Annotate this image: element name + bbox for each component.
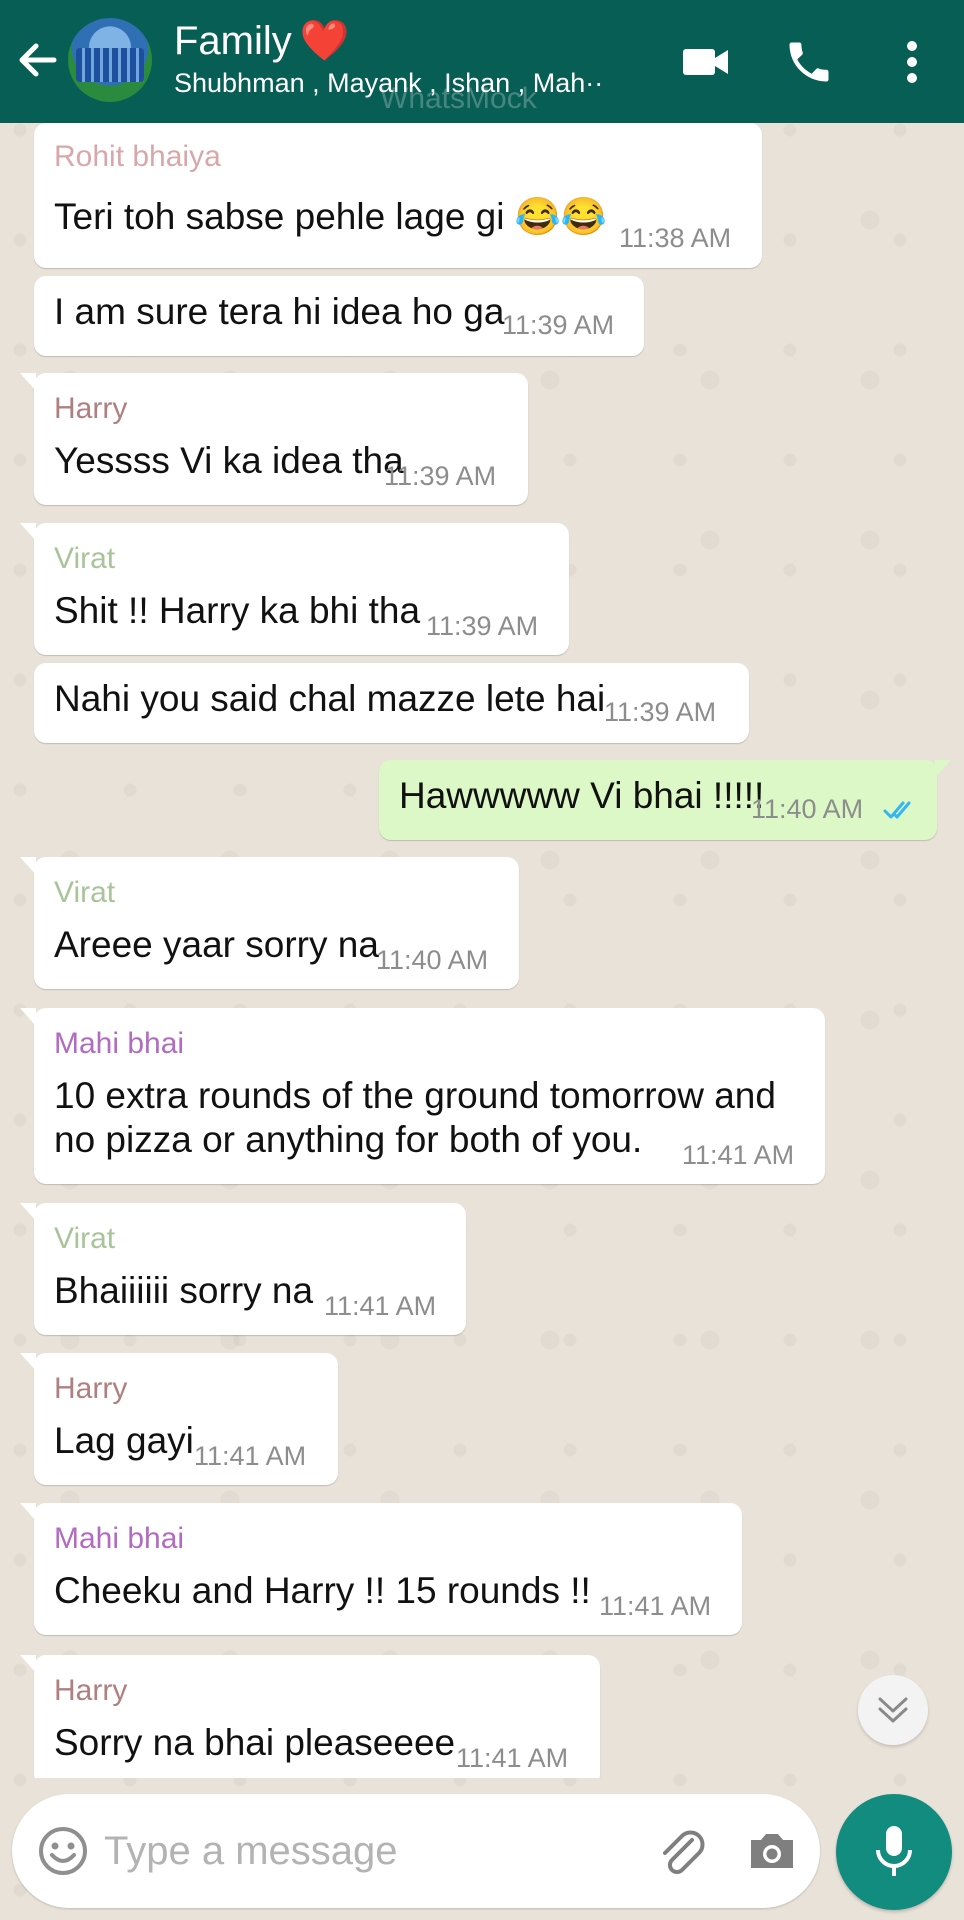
phone-icon — [789, 42, 829, 82]
group-avatar[interactable] — [68, 18, 152, 102]
paperclip-icon — [663, 1830, 705, 1875]
message-bubble[interactable]: Mahi bhai Cheeku and Harry !! 15 rounds … — [20, 1503, 742, 1635]
watermark: WhatsMock — [380, 82, 537, 115]
camera-icon — [751, 1834, 793, 1868]
group-name: Family — [174, 19, 292, 63]
chevrons-down-icon — [878, 1697, 908, 1723]
sender-name: Virat — [54, 876, 116, 909]
message-text: Shit !! Harry ka bhi tha — [54, 590, 421, 631]
sender-name: Virat — [54, 542, 116, 575]
message-input[interactable]: Type a message — [104, 1824, 398, 1878]
message-text: I am sure tera hi idea ho ga — [54, 291, 505, 332]
arrow-left-icon — [19, 43, 57, 77]
heart-emoji: ❤️ — [299, 19, 350, 63]
voice-call-button[interactable] — [783, 36, 835, 88]
back-button[interactable] — [14, 36, 62, 84]
camera-button[interactable] — [745, 1824, 799, 1878]
message-bubble[interactable]: Virat Bhaiiiiii sorry na 11:41 AM — [20, 1203, 466, 1335]
message-text-line: 10 extra rounds of the ground tomorrow a… — [54, 1075, 776, 1116]
message-text: Nahi you said chal mazze lete hai — [54, 678, 606, 719]
microphone-icon — [876, 1826, 912, 1876]
message-composer: Type a message — [12, 1794, 820, 1908]
chat-header: Family ❤️ Shubhman , Mayank , Ishan , Mah… — [0, 0, 964, 123]
message-time: 11:38 AM — [619, 223, 732, 253]
message-bubble[interactable]: Mahi bhai 10 extra rounds of the ground … — [20, 1008, 825, 1184]
more-options-button[interactable] — [886, 36, 938, 88]
outgoing-message-bubble[interactable]: Hawwwww Vi bhai !!!!! 11:40 AM — [379, 760, 951, 840]
attach-button[interactable] — [652, 1822, 710, 1880]
message-text: Cheeku and Harry !! 15 rounds !! — [54, 1570, 591, 1611]
message-time: 11:39 AM — [426, 611, 539, 641]
message-text: Lag gayi — [54, 1420, 194, 1461]
message-time: 11:41 AM — [682, 1140, 795, 1170]
chat-title[interactable]: Family ❤️ — [174, 14, 350, 68]
message-bubble[interactable]: Virat Areee yaar sorry na 11:40 AM — [20, 857, 519, 989]
voice-message-button[interactable] — [836, 1794, 952, 1910]
emoji-button[interactable] — [36, 1824, 90, 1878]
message-time: 11:41 AM — [456, 1743, 569, 1773]
message-bubble[interactable]: Harry Lag gayi 11:41 AM — [20, 1353, 338, 1485]
message-time: 11:39 AM — [384, 461, 497, 491]
double-check-read-icon — [883, 801, 911, 819]
message-bubble[interactable]: I am sure tera hi idea ho ga 11:39 AM — [34, 276, 644, 356]
scroll-to-bottom-button[interactable] — [858, 1675, 928, 1745]
sender-name: Mahi bhai — [54, 1027, 185, 1060]
more-vertical-icon — [907, 41, 917, 83]
message-text: Hawwwww Vi bhai !!!!! — [399, 775, 765, 816]
message-time: 11:40 AM — [751, 794, 864, 824]
message-bubble[interactable]: Rohit bhaiya Teri toh sabse pehle lage g… — [34, 123, 762, 268]
message-text: Sorry na bhai pleaseeee — [54, 1722, 456, 1763]
message-list[interactable]: Rohit bhaiya Teri toh sabse pehle lage g… — [0, 123, 964, 1778]
message-time: 11:40 AM — [376, 945, 489, 975]
message-text: Areee yaar sorry na — [54, 924, 379, 965]
sender-name: Virat — [54, 1222, 116, 1255]
message-time: 11:41 AM — [324, 1291, 437, 1321]
message-time: 11:41 AM — [194, 1441, 307, 1471]
sender-name: Rohit bhaiya — [54, 140, 221, 173]
emoji-icon — [39, 1827, 87, 1875]
sender-name: Harry — [54, 1372, 128, 1405]
message-bubble[interactable]: Virat Shit !! Harry ka bhi tha 11:39 AM — [20, 523, 569, 655]
message-text: Teri toh sabse pehle lage gi 😂😂 — [54, 196, 607, 237]
message-bubble[interactable]: Nahi you said chal mazze lete hai 11:39 … — [34, 663, 749, 743]
sender-name: Harry — [54, 1674, 128, 1707]
message-text: Yessss Vi ka idea tha — [54, 440, 404, 481]
message-bubble[interactable]: Harry Sorry na bhai pleaseeee 11:41 AM — [20, 1655, 600, 1778]
sender-name: Harry — [54, 392, 128, 425]
message-time: 11:39 AM — [604, 697, 717, 727]
message-time: 11:41 AM — [599, 1591, 712, 1621]
sender-name: Mahi bhai — [54, 1522, 185, 1555]
video-camera-icon — [683, 49, 728, 75]
message-time: 11:39 AM — [502, 310, 615, 340]
message-bubble[interactable]: Harry Yessss Vi ka idea tha 11:39 AM — [20, 373, 528, 505]
message-text: Bhaiiiiii sorry na — [54, 1270, 314, 1311]
message-text-line: no pizza or anything for both of you. — [54, 1119, 643, 1160]
video-call-button[interactable] — [680, 36, 732, 88]
